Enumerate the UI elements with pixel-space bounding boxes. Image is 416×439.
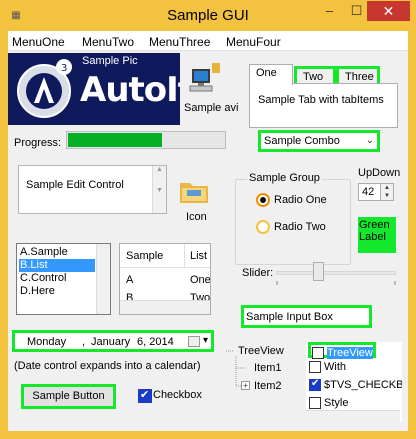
sample-pic: 3 Sample Pic AutoIt (8, 53, 180, 125)
date-picker[interactable]: Monday , January 6, 2014 ▾ (12, 330, 214, 352)
sample-button[interactable]: Sample Button (21, 384, 116, 409)
tab-content-text: Sample Tab with tabItems (258, 94, 384, 106)
listview-scrollbar[interactable] (120, 300, 210, 314)
chk-label: $TVS_CHECKBOXES (324, 379, 402, 391)
table-cell[interactable]: One (190, 274, 210, 286)
radio-one[interactable] (256, 193, 270, 207)
list-item[interactable]: A.Sample (19, 246, 95, 259)
tab-one[interactable]: One (249, 64, 293, 85)
menu-menuthree[interactable]: MenuThree (149, 35, 210, 49)
checklist-scrollbar[interactable] (306, 410, 400, 422)
checkbox[interactable] (312, 347, 324, 359)
computer-animation-icon (189, 63, 220, 92)
list-item[interactable]: TreeView (308, 342, 376, 359)
treeview[interactable]: TreeView Item1 + Item2 (224, 342, 314, 420)
chk-label: With (324, 361, 346, 373)
checkbox[interactable] (309, 378, 321, 391)
minimize-button[interactable]: – (317, 1, 342, 21)
date-date[interactable]: 6, 2014 (137, 336, 174, 348)
edit-text: Sample Edit Control (26, 179, 124, 191)
app-window: ▦ Sample GUI – ☐ ✕ MenuOne MenuTwo MenuT… (0, 0, 416, 439)
svg-text:3: 3 (61, 63, 67, 74)
date-note: (Date control expands into a calendar) (14, 360, 201, 372)
input-value: Sample Input Box (246, 311, 333, 323)
radio-one-label[interactable]: Radio One (274, 194, 327, 206)
folder-icon (180, 183, 208, 203)
chk-label: Style (324, 397, 349, 409)
slider-ticks (276, 281, 396, 285)
radio-two-label[interactable]: Radio Two (274, 221, 326, 233)
list-item[interactable]: C.Control (19, 272, 95, 285)
list-item[interactable]: B.List (19, 259, 95, 272)
progress-fill (68, 133, 162, 147)
checkbox-treeview[interactable]: TreeView With $TVS_CHECKBOXES Style (306, 342, 402, 422)
edit-scrollbar[interactable]: ▲ ▼ (152, 166, 166, 213)
client-area: MenuOne MenuTwo MenuThree MenuFour 3 Sam… (8, 31, 408, 431)
radio-two[interactable] (256, 220, 270, 234)
column-header-list[interactable]: List (190, 250, 207, 262)
green-label: Green Label (358, 217, 396, 253)
sample-combo[interactable]: Sample Combo ⌄ (258, 130, 380, 152)
logo-text: AutoIt (80, 70, 180, 110)
slider-track[interactable] (276, 271, 396, 275)
slider-thumb[interactable] (313, 262, 324, 281)
date-month[interactable]: January (91, 336, 130, 348)
menu-menuone[interactable]: MenuOne (12, 35, 65, 49)
sample-edit-control[interactable]: Sample Edit Control ▲ ▼ (18, 165, 167, 214)
logo-subtitle: Sample Pic (82, 55, 138, 67)
menu-menutwo[interactable]: MenuTwo (82, 35, 134, 49)
updown-value: 42 (362, 186, 375, 198)
slider-label: Slider: (242, 267, 274, 279)
menu-menufour[interactable]: MenuFour (226, 35, 281, 49)
checkbox[interactable] (138, 388, 152, 403)
tree-item[interactable]: Item2 (254, 380, 282, 392)
calendar-icon[interactable] (188, 336, 200, 347)
list-item[interactable]: D.Here (19, 285, 95, 298)
sample-input-box[interactable]: Sample Input Box (241, 305, 372, 328)
updown-spinner[interactable]: ▲ ▼ (380, 183, 394, 201)
checkbox-label[interactable]: Checkbox (153, 389, 202, 401)
updown-label: UpDown (358, 167, 401, 179)
tree-item[interactable]: TreeView (238, 345, 284, 357)
tree-item[interactable]: Item1 (254, 362, 282, 374)
combo-value: Sample Combo (264, 135, 340, 147)
group-label: Sample Group (247, 172, 322, 184)
avi-label: Sample avi (184, 102, 239, 114)
table-cell[interactable]: A (126, 274, 133, 286)
progress-bar (66, 131, 226, 149)
listbox-scrollbar[interactable] (96, 244, 110, 314)
close-button[interactable]: ✕ (367, 1, 410, 21)
autoit-logo-icon: 3 (17, 59, 72, 118)
expand-icon[interactable]: + (241, 381, 250, 390)
chk-label: TreeView (327, 347, 373, 359)
chevron-down-icon[interactable]: ▾ (203, 335, 208, 346)
sample-listbox[interactable]: A.Sample B.List C.Control D.Here (16, 243, 111, 315)
date-comma: , (82, 336, 86, 348)
date-day[interactable]: Monday (27, 336, 66, 348)
column-header-sample[interactable]: Sample (126, 250, 163, 262)
checkbox[interactable] (309, 397, 321, 409)
checkbox[interactable] (309, 361, 321, 373)
progress-label: Progress: (14, 137, 62, 149)
menu-bar: MenuOne MenuTwo MenuThree MenuFour (8, 31, 408, 51)
icon-label: Icon (186, 211, 207, 223)
maximize-button[interactable]: ☐ (344, 1, 369, 21)
listview-header: Sample List (120, 244, 210, 268)
sample-listview[interactable]: Sample List A One B Two (119, 243, 211, 315)
chevron-down-icon[interactable]: ⌄ (366, 135, 374, 146)
title-bar[interactable]: ▦ Sample GUI – ☐ ✕ (0, 0, 416, 32)
